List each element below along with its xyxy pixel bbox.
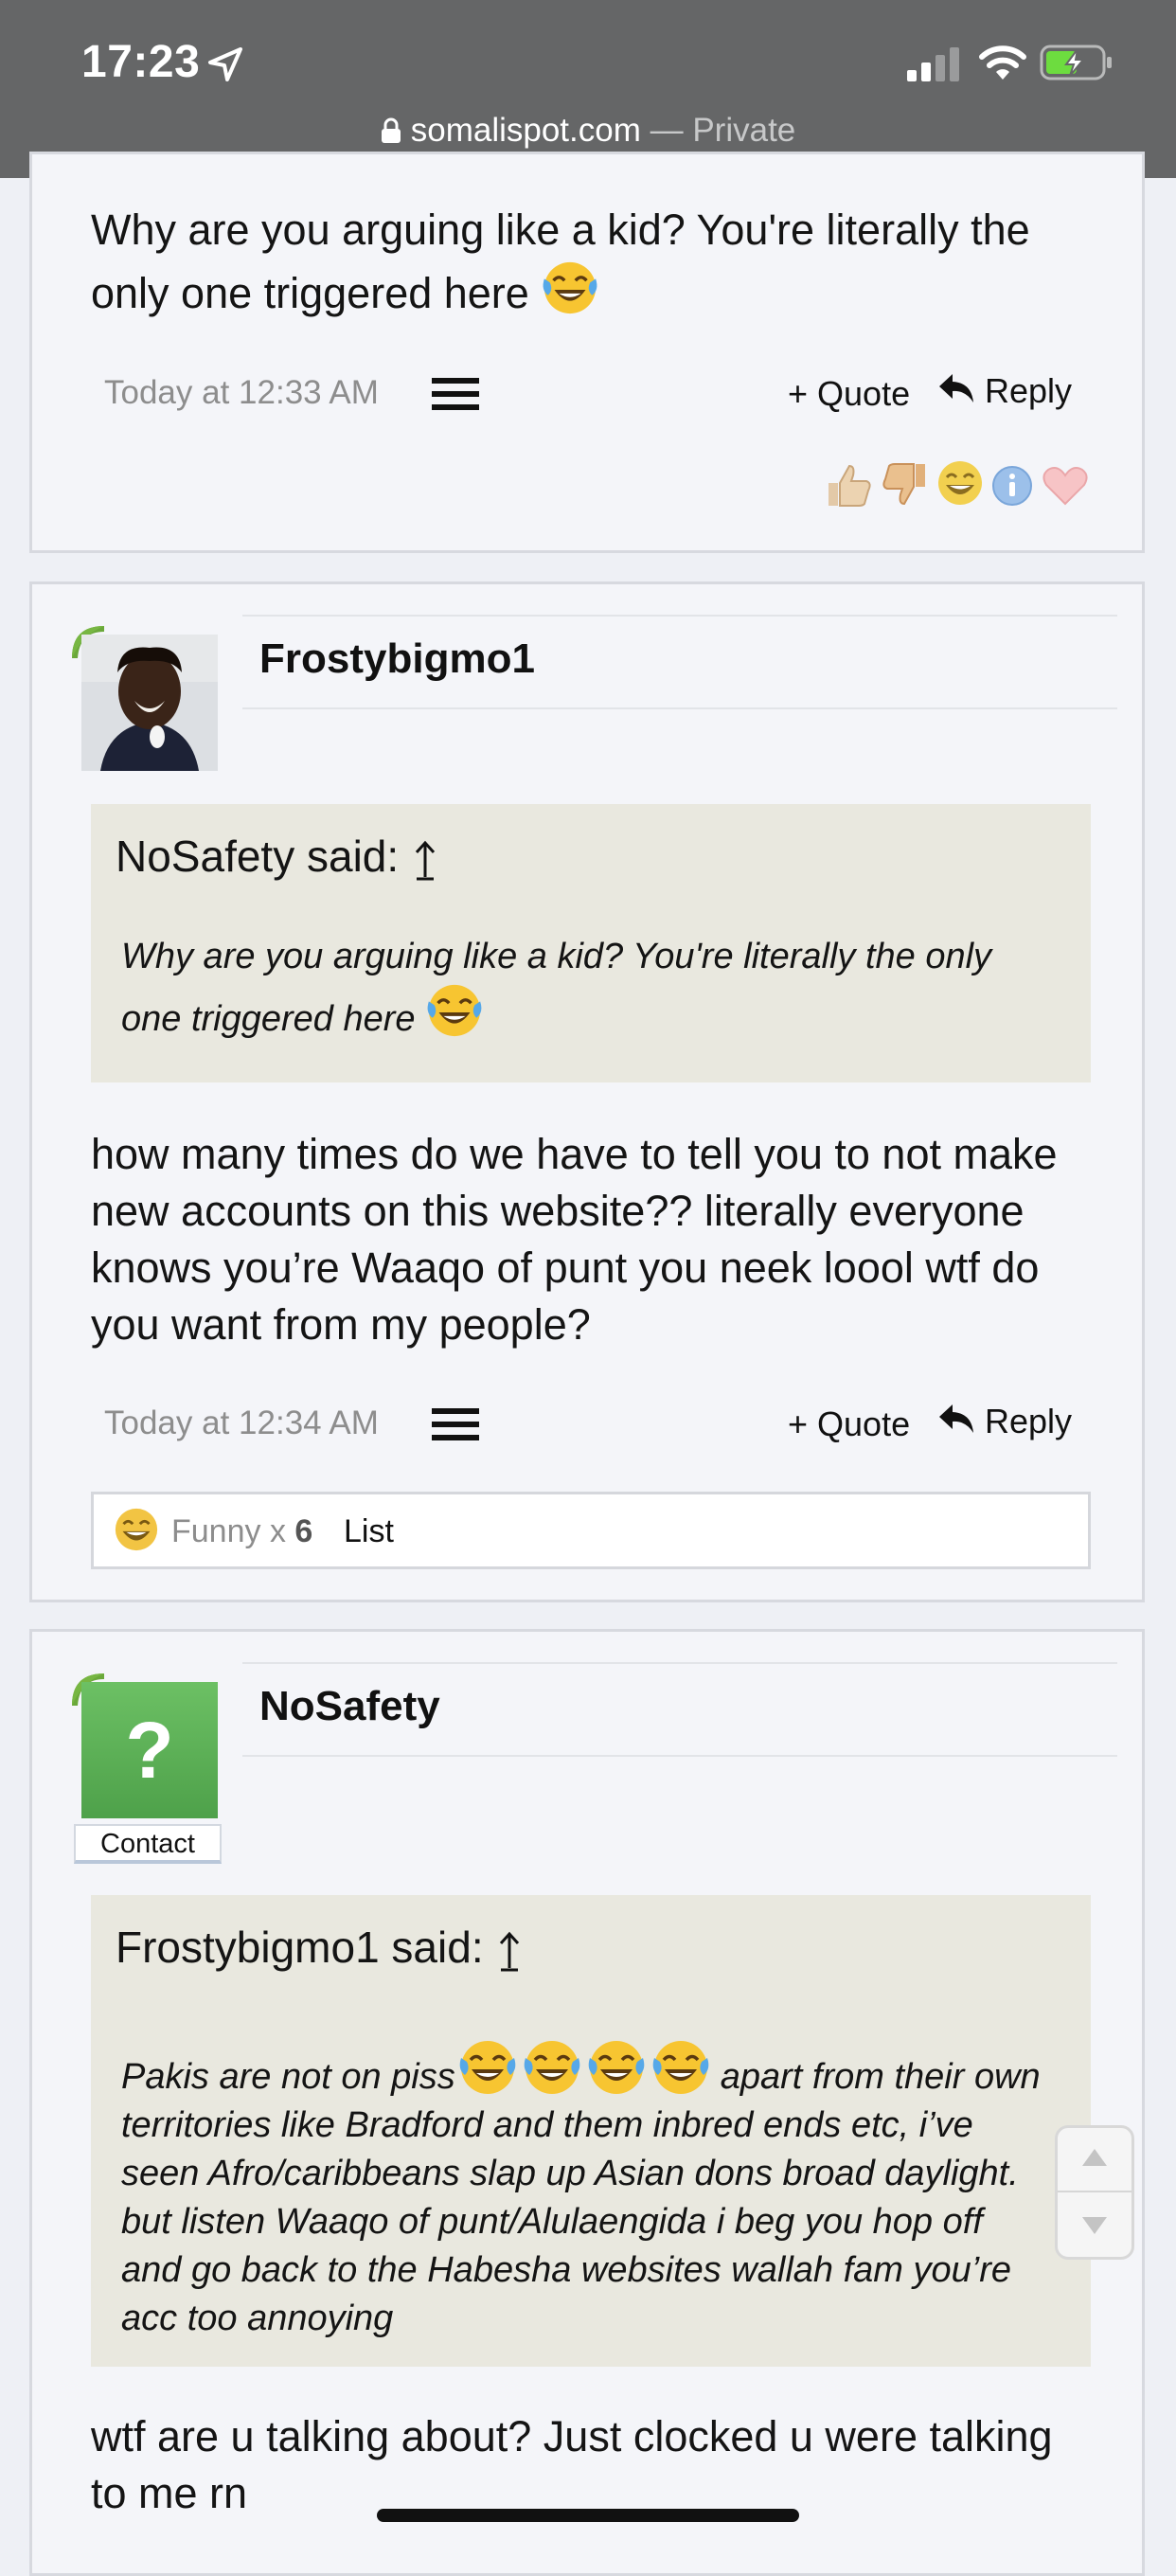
battery-charging-icon [1040, 45, 1112, 80]
quote-block: Frostybigmo1 said: Pakis are not on piss… [91, 1895, 1091, 2367]
post-message-line: how many times do we have to tell you to… [91, 1130, 1058, 1178]
funny-icon[interactable] [935, 458, 985, 508]
quote-block: NoSafety said: Why are you arguing like … [91, 804, 1091, 1082]
quote-line: seen Afro/caribbeans slap up Asian dons … [121, 2154, 1019, 2193]
tears-of-joy-emoji-icon [459, 2041, 516, 2094]
username-link[interactable]: NoSafety [259, 1683, 440, 1730]
post-message-line: wtf are u talking about? Just clocked u … [91, 2412, 1053, 2460]
reaction-summary: Funny x 6 List [91, 1492, 1091, 1569]
quote-line: one triggered here [121, 999, 416, 1039]
post-menu-icon[interactable] [432, 1408, 479, 1440]
url-domain: somalispot.com [410, 112, 641, 149]
tears-of-joy-emoji-icon [652, 2041, 709, 2094]
reply-label: Reply [985, 371, 1073, 410]
post-timestamp[interactable]: Today at 12:33 AM [104, 374, 379, 412]
quote-button[interactable]: + Quote [788, 1404, 910, 1444]
post-timestamp[interactable]: Today at 12:34 AM [104, 1404, 379, 1442]
thumbs-down-icon[interactable] [880, 462, 929, 508]
reaction-count: 6 [294, 1513, 313, 1549]
default-avatar-glyph: ? [125, 1706, 174, 1795]
quote-line: but listen Waaqo of punt/Alulaengida i b… [121, 2202, 983, 2242]
thumbs-up-icon[interactable] [825, 462, 874, 508]
avatar[interactable] [81, 635, 218, 771]
scroll-down-icon[interactable] [1058, 2192, 1131, 2255]
address-bar[interactable]: somalispot.com — Private [0, 112, 1176, 150]
username-link[interactable]: Frostybigmo1 [259, 635, 535, 683]
forum-post: Frostybigmo1 NoSafety said: Why are you … [29, 581, 1145, 1602]
quote-text: Pakis are not on piss apart from their o… [121, 2037, 1041, 2343]
divider [242, 615, 1117, 617]
quote-attribution: NoSafety said: [116, 831, 439, 883]
post-message-line: new accounts on this website?? literally… [91, 1187, 1025, 1235]
quote-line: territories like Bradford and them inbre… [121, 2105, 973, 2145]
tears-of-joy-emoji-icon [543, 261, 597, 314]
reaction-list-link[interactable]: List [344, 1513, 394, 1550]
quote-line: Pakis are not on piss [121, 2057, 455, 2097]
avatar[interactable]: ? [81, 1682, 218, 1818]
reply-button[interactable]: Reply [937, 371, 1072, 411]
reply-button[interactable]: Reply [937, 1402, 1072, 1441]
heart-icon[interactable] [1041, 464, 1090, 508]
quote-author[interactable]: Frostybigmo1 said: [116, 1923, 484, 1972]
post-message: wtf are u talking about? Just clocked u … [91, 2408, 1053, 2522]
post-message-line: Why are you arguing like a kid? You're l… [91, 206, 1030, 254]
reaction-type-label: Funny [171, 1513, 261, 1549]
reply-label: Reply [985, 1402, 1073, 1440]
quote-author[interactable]: NoSafety said: [116, 832, 399, 881]
reply-arrow-icon [939, 374, 973, 402]
jump-to-quote-icon[interactable] [495, 1928, 524, 1974]
post-message: Why are you arguing like a kid? You're l… [91, 202, 1095, 322]
scroll-control [1055, 2125, 1134, 2260]
post-message-line: only one triggered here [91, 269, 529, 317]
funny-icon [115, 1508, 158, 1551]
reaction-bar [823, 458, 1090, 512]
wifi-icon [979, 45, 1026, 80]
tears-of-joy-emoji-icon [588, 2041, 645, 2094]
jump-to-quote-icon[interactable] [411, 837, 439, 883]
quote-line: acc too annoying [121, 2299, 394, 2338]
post-message: how many times do we have to tell you to… [91, 1126, 1058, 1353]
lock-icon [381, 117, 401, 143]
clock-time: 17:23 [81, 37, 201, 87]
location-arrow-icon [208, 47, 242, 81]
post-menu-icon[interactable] [432, 378, 479, 410]
reaction-times-label: x [269, 1513, 286, 1549]
reply-arrow-icon [939, 1404, 973, 1433]
divider [242, 1755, 1117, 1757]
quote-button[interactable]: + Quote [788, 374, 910, 414]
contact-button[interactable]: Contact [74, 1824, 222, 1864]
quote-line: Why are you arguing like a kid? You're l… [121, 937, 992, 976]
divider [242, 1662, 1117, 1664]
tears-of-joy-emoji-icon [524, 2041, 580, 2094]
divider [242, 707, 1117, 709]
quote-line: apart from their own [720, 2057, 1041, 2097]
user-photo-icon [81, 635, 218, 771]
post-message-line: you want from my people? [91, 1300, 591, 1349]
quote-attribution: Frostybigmo1 said: [116, 1922, 524, 1974]
private-browsing-label: — Private [640, 112, 796, 149]
quote-line: and go back to the Habesha websites wall… [121, 2250, 1011, 2290]
info-icon[interactable] [990, 464, 1034, 508]
cellular-signal-icon [907, 47, 959, 81]
tears-of-joy-emoji-icon [427, 984, 482, 1037]
forum-post: Why are you arguing like a kid? You're l… [29, 152, 1145, 553]
forum-post: ? Contact NoSafety Frostybigmo1 said: Pa… [29, 1629, 1145, 2576]
home-indicator[interactable] [377, 2509, 799, 2522]
quote-text: Why are you arguing like a kid? You're l… [121, 933, 991, 1044]
scroll-up-icon[interactable] [1058, 2128, 1131, 2191]
post-message-line: knows you’re Waaqo of punt you neek looo… [91, 1243, 1040, 1292]
